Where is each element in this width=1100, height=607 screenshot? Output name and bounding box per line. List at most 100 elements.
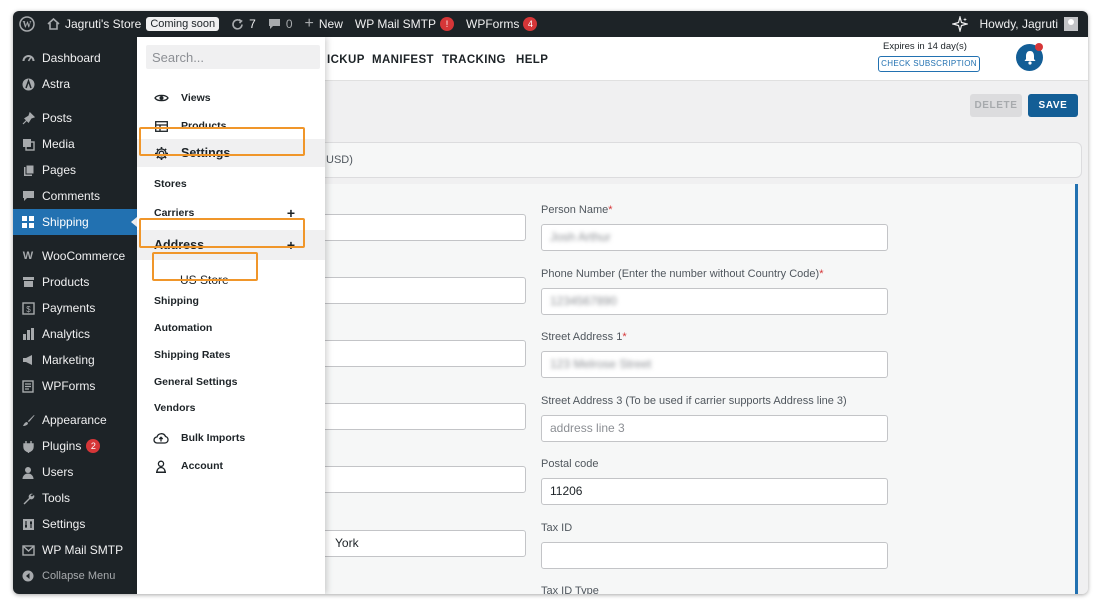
wp-logo-button[interactable]: W [13, 11, 41, 37]
city-field[interactable]: York [319, 530, 526, 557]
sidebar-item-wp-mail-smtp[interactable]: WP Mail SMTP [13, 537, 137, 563]
archive-box-icon [21, 275, 35, 289]
tax-id-type-label: Tax ID Type [541, 585, 599, 594]
admin-sidebar: Dashboard Astra Posts Media Pages Commen… [13, 37, 137, 594]
nav-label: Shipping Rates [154, 349, 231, 361]
sidebar-item-tools[interactable]: Tools [13, 485, 137, 511]
delete-button[interactable]: DELETE [970, 94, 1022, 117]
sidebar-label: WPForms [42, 379, 96, 393]
phone-label: Phone Number (Enter the number without C… [541, 268, 824, 280]
left-field-3[interactable] [319, 340, 526, 367]
nav-label: General Settings [154, 376, 238, 388]
wrench-icon [21, 491, 35, 505]
collapse-menu-button[interactable]: Collapse Menu [13, 563, 137, 589]
save-button[interactable]: SAVE [1028, 94, 1078, 117]
sidebar-item-media[interactable]: Media [13, 131, 137, 157]
comments-link[interactable]: 0 [262, 11, 299, 37]
tab-help[interactable]: HELP [516, 54, 548, 66]
nav-item-bulk-imports[interactable]: Bulk Imports [137, 430, 325, 446]
sidebar-item-plugins[interactable]: Plugins 2 [13, 433, 137, 459]
sidebar-item-analytics[interactable]: Analytics [13, 321, 137, 347]
nav-search-input[interactable] [146, 45, 320, 69]
settings-highlight [139, 127, 305, 156]
nav-label: Shipping [154, 295, 199, 307]
sidebar-item-appearance[interactable]: Appearance [13, 407, 137, 433]
plugins-update-badge: 2 [86, 439, 101, 453]
left-field-1[interactable] [319, 214, 526, 241]
nav-label: Bulk Imports [181, 432, 246, 444]
sidebar-label: Posts [42, 111, 73, 125]
wpforms-link[interactable]: WPForms 4 [460, 11, 543, 37]
new-content-link[interactable]: + New [299, 11, 349, 37]
updates-link[interactable]: 7 [225, 11, 262, 37]
sidebar-item-astra[interactable]: Astra [13, 71, 137, 97]
sidebar-item-payments[interactable]: $ Payments [13, 295, 137, 321]
grid-icon [21, 215, 35, 229]
ai-sparkle-button[interactable] [946, 11, 974, 37]
tab-tracking[interactable]: TRACKING [442, 54, 506, 66]
left-field-4[interactable] [319, 403, 526, 430]
sidebar-label: WP Mail SMTP [42, 543, 124, 557]
street1-input[interactable]: 123 Melrose Street [541, 351, 888, 378]
nav-label: Account [181, 460, 223, 472]
phone-input[interactable]: 1234567890 [541, 288, 888, 315]
wp-mail-smtp-label: WP Mail SMTP [354, 17, 437, 31]
left-field-5[interactable] [319, 466, 526, 493]
sidebar-item-settings[interactable]: Settings [13, 511, 137, 537]
wpforms-count-badge: 4 [523, 17, 538, 31]
sidebar-item-users[interactable]: Users [13, 459, 137, 485]
sidebar-item-comments[interactable]: Comments [13, 183, 137, 209]
sidebar-label: Marketing [42, 353, 95, 367]
check-subscription-button[interactable]: CHECK SUBSCRIPTION [878, 56, 980, 72]
nav-item-stores[interactable]: Stores [137, 176, 325, 192]
sidebar-item-marketing[interactable]: Marketing [13, 347, 137, 373]
sidebar-item-posts[interactable]: Posts [13, 105, 137, 131]
user-icon [21, 465, 35, 479]
sidebar-item-pages[interactable]: Pages [13, 157, 137, 183]
subscription-expiry-text: Expires in 14 day(s) [883, 41, 967, 52]
tab-manifest[interactable]: MANIFEST [372, 54, 434, 66]
comment-bubble-icon [21, 189, 35, 203]
user-account-menu[interactable]: Howdy, Jagruti [974, 11, 1088, 37]
left-field-2[interactable] [319, 277, 526, 304]
wordpress-icon: W [19, 16, 35, 32]
sidebar-label: Payments [42, 301, 96, 315]
coming-soon-badge[interactable]: Coming soon [146, 17, 220, 31]
nav-label: Automation [154, 322, 213, 334]
sidebar-item-products[interactable]: Products [13, 269, 137, 295]
tax-id-input[interactable] [541, 542, 888, 569]
sidebar-item-woocommerce[interactable]: W WooCommerce [13, 243, 137, 269]
nav-item-views[interactable]: Views [137, 90, 325, 106]
nav-item-shipping[interactable]: Shipping [137, 293, 325, 309]
postal-code-input[interactable]: 11206 [541, 478, 888, 505]
wp-mail-smtp-link[interactable]: WP Mail SMTP ! [349, 11, 460, 37]
updates-count: 7 [249, 17, 256, 31]
wpforms-label: WPForms [466, 17, 520, 31]
sidebar-item-wpforms[interactable]: WPForms [13, 373, 137, 399]
svg-text:W: W [23, 20, 32, 30]
site-name-link[interactable]: Jagruti's Store Coming soon [41, 11, 225, 37]
sidebar-item-shipping[interactable]: Shipping [13, 209, 137, 235]
nav-item-shipping-rates[interactable]: Shipping Rates [137, 347, 325, 363]
street1-value: 123 Melrose Street [550, 357, 652, 371]
refresh-icon [231, 18, 244, 31]
city-fragment: York [335, 536, 359, 550]
nav-label: Stores [154, 178, 187, 190]
home-icon [47, 18, 60, 30]
admin-bar: W Jagruti's Store Coming soon 7 0 + New [13, 11, 1088, 37]
svg-text:$: $ [26, 305, 31, 314]
street1-label: Street Address 1* [541, 331, 627, 343]
tab-pickup[interactable]: ICKUP [327, 54, 365, 66]
postal-code-value: 11206 [550, 484, 583, 498]
street3-input[interactable]: address line 3 [541, 415, 888, 442]
nav-item-automation[interactable]: Automation [137, 320, 325, 336]
nav-item-account[interactable]: Account [137, 458, 325, 474]
sidebar-item-dashboard[interactable]: Dashboard [13, 45, 137, 71]
sidebar-label: Comments [42, 189, 101, 203]
bar-chart-icon [21, 327, 35, 341]
nav-item-vendors[interactable]: Vendors [137, 400, 325, 416]
nav-item-general-settings[interactable]: General Settings [137, 374, 325, 390]
person-name-input[interactable]: Josh Arthur [541, 224, 888, 251]
sidebar-label: Plugins [42, 439, 82, 453]
street3-placeholder: address line 3 [550, 421, 625, 435]
